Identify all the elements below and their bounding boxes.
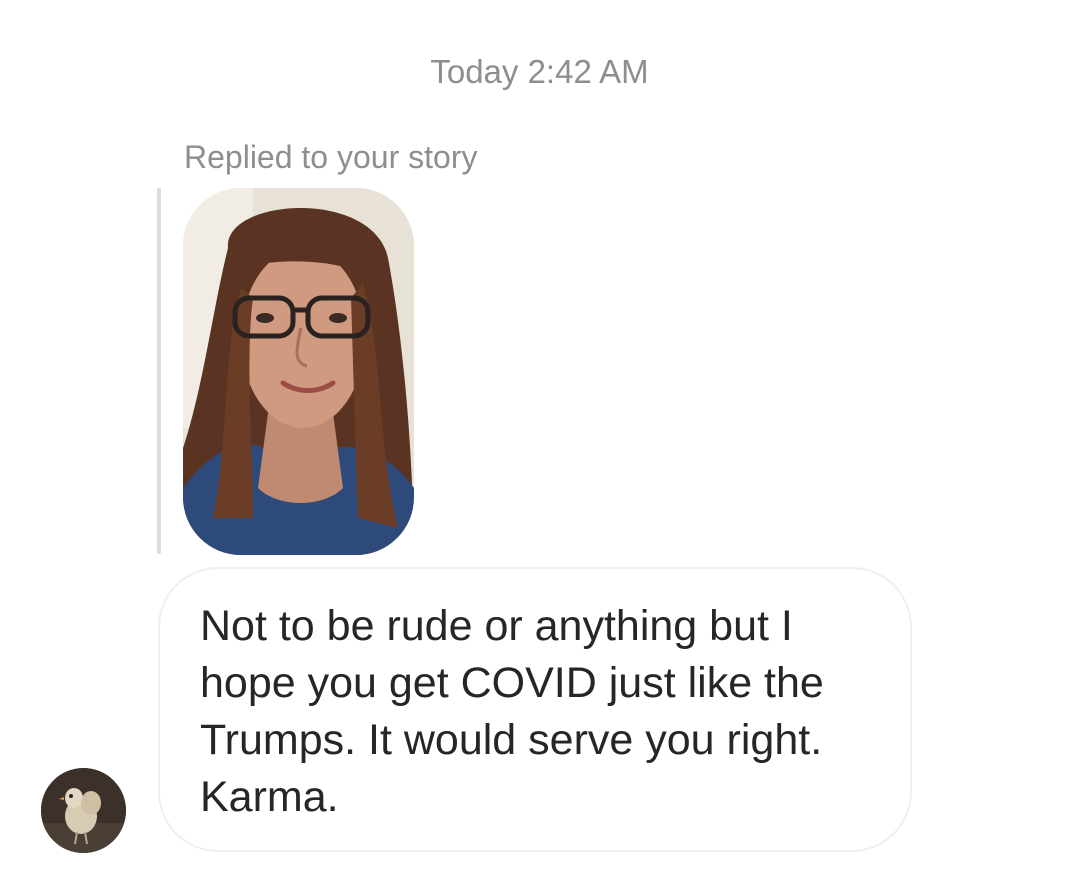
sender-avatar[interactable] bbox=[41, 768, 126, 853]
avatar-image bbox=[41, 768, 126, 853]
reply-quote-bar bbox=[157, 188, 161, 554]
message-timestamp: Today 2:42 AM bbox=[430, 53, 649, 90]
message-text: Not to be rude or anything but I hope yo… bbox=[200, 602, 824, 821]
story-thumbnail[interactable] bbox=[183, 188, 414, 555]
reply-context-label: Replied to your story bbox=[184, 139, 478, 175]
story-thumbnail-image bbox=[183, 188, 414, 555]
